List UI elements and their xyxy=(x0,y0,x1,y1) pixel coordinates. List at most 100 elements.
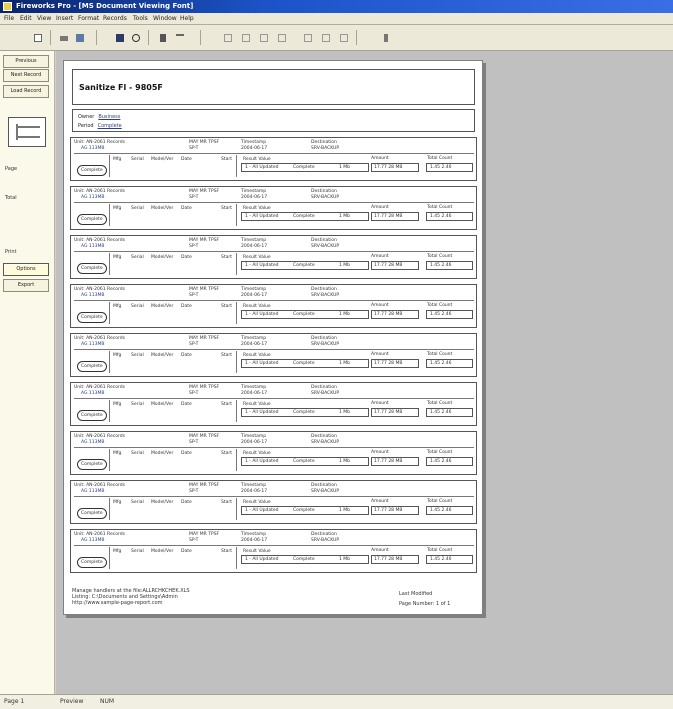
record-timestamp-value: 2004-06-17 xyxy=(241,342,268,347)
record-detail-value: Complete xyxy=(293,214,315,219)
previous-button[interactable]: Previous xyxy=(3,55,49,68)
column-header: Serial xyxy=(131,206,144,211)
divider xyxy=(109,204,110,226)
record-status-value: SP-T xyxy=(189,489,199,494)
close-icon[interactable] xyxy=(378,30,392,44)
menu-view[interactable]: View xyxy=(37,15,51,22)
book-icon[interactable] xyxy=(8,117,46,147)
print-icon[interactable] xyxy=(56,30,70,44)
record-total-value: 1.45 2.46 xyxy=(430,410,452,415)
title-bar[interactable]: Fireworks Pro - [MS Document Viewing Fon… xyxy=(0,0,673,13)
record-timestamp-header: Timestamp xyxy=(241,287,267,292)
menu-window[interactable]: Window xyxy=(153,15,177,22)
column-header: Model/Ver xyxy=(151,353,174,358)
menu-file[interactable]: File xyxy=(4,15,14,22)
record-total-value: 1.45 2.46 xyxy=(430,361,452,366)
record-amount-header: Amount xyxy=(371,401,389,406)
record-unit: Unit: AN-2061 Records xyxy=(74,532,125,537)
divider xyxy=(236,351,237,373)
menu-insert[interactable]: Insert xyxy=(56,15,73,22)
column-header: Mfg xyxy=(113,500,122,505)
record-timestamp-header: Timestamp xyxy=(241,532,267,537)
export-button[interactable]: Export xyxy=(3,279,49,292)
column-header: Date xyxy=(181,402,192,407)
toolbar-separator xyxy=(200,30,201,45)
column-header: Serial xyxy=(131,157,144,162)
preview-icon[interactable] xyxy=(72,30,86,44)
record-detail-value: 1 Mb xyxy=(339,557,351,562)
menu-records[interactable]: Records xyxy=(103,15,127,22)
menu-format[interactable]: Format xyxy=(78,15,99,22)
record-destination-header: Destination xyxy=(311,140,337,145)
record-amount-value: 17.77 28 MB xyxy=(374,508,403,513)
load-record-button[interactable]: Load Record xyxy=(3,85,49,98)
column-header: Start xyxy=(221,304,232,309)
record-timestamp-header: Timestamp xyxy=(241,140,267,145)
record-status-header: MAY MR TPSF xyxy=(189,238,220,243)
status-page: Page 1 xyxy=(4,698,25,705)
record-total-value: 1.45 2.46 xyxy=(430,508,452,513)
zoom-icon[interactable] xyxy=(336,30,350,44)
footer-page-number: Page Number: 1 of 1 xyxy=(399,601,451,607)
divider xyxy=(236,204,237,226)
record-detail-value: Complete xyxy=(293,165,315,170)
record-detail-header: Result Value xyxy=(243,353,271,358)
record-block: Unit: AN-2061 Records AG 113MB MAY MR TPSF… xyxy=(70,333,477,377)
record-detail-value: Complete xyxy=(293,508,315,513)
record-detail-header: Result Value xyxy=(243,549,271,554)
record-total-value: 1.45 2.46 xyxy=(430,165,452,170)
record-detail-value: 1 Mb xyxy=(339,263,351,268)
column-header: Serial xyxy=(131,304,144,309)
record-detail-value: Complete xyxy=(293,312,315,317)
menu-edit[interactable]: Edit xyxy=(20,15,32,22)
column-header: Date xyxy=(181,451,192,456)
column-header: Start xyxy=(221,500,232,505)
toolbar xyxy=(0,25,673,51)
record-amount-value: 17.77 28 MB xyxy=(374,263,403,268)
zoom-icon[interactable] xyxy=(318,30,332,44)
footer-line: http://www.sample-page-report.com xyxy=(72,600,163,606)
zoom-icon[interactable] xyxy=(128,30,142,44)
first-page-icon[interactable] xyxy=(220,30,234,44)
record-detail-value: 1 Mb xyxy=(339,165,351,170)
options-button[interactable]: Options xyxy=(3,263,49,276)
divider xyxy=(74,545,474,546)
export-icon[interactable] xyxy=(172,30,186,44)
record-detail-header: Result Value xyxy=(243,402,271,407)
last-page-icon[interactable] xyxy=(274,30,288,44)
divider xyxy=(109,449,110,471)
next-page-icon[interactable] xyxy=(256,30,270,44)
record-detail-value: Complete xyxy=(293,410,315,415)
record-total-value: 1.45 2.46 xyxy=(430,312,452,317)
record-timestamp-value: 2004-06-17 xyxy=(241,489,268,494)
record-block: Unit: AN-2061 Records AG 113MB MAY MR TPSF… xyxy=(70,284,477,328)
next-record-button[interactable]: Next Record xyxy=(3,69,49,82)
export-icon[interactable] xyxy=(156,30,170,44)
record-unit: Unit: AN-2061 Records xyxy=(74,287,125,292)
record-detail-header: Result Value xyxy=(243,157,271,162)
divider xyxy=(74,349,474,350)
column-header: Mfg xyxy=(113,255,122,260)
menu-tools[interactable]: Tools xyxy=(133,15,148,22)
record-detail-header: Result Value xyxy=(243,451,271,456)
record-destination-header: Destination xyxy=(311,238,337,243)
record-status-value: SP-T xyxy=(189,146,199,151)
report-meta: Owner Business Period Complete xyxy=(72,109,475,132)
record-status-header: MAY MR TPSF xyxy=(189,336,220,341)
preview-area[interactable]: Sanitize Fl - 9805F Owner Business Period… xyxy=(56,51,673,694)
record-status-header: MAY MR TPSF xyxy=(189,140,220,145)
record-amount-value: 17.77 28 MB xyxy=(374,214,403,219)
record-sub: AG 113MB xyxy=(81,391,105,396)
column-header: Start xyxy=(221,206,232,211)
column-header: Mfg xyxy=(113,451,122,456)
report-header: Sanitize Fl - 9805F xyxy=(72,69,475,105)
prev-page-icon[interactable] xyxy=(238,30,252,44)
record-unit: Unit: AN-2061 Records xyxy=(74,238,125,243)
new-icon[interactable] xyxy=(30,30,44,44)
record-sub: AG 113MB xyxy=(81,244,105,249)
zoom-icon[interactable] xyxy=(300,30,314,44)
menu-help[interactable]: Help xyxy=(180,15,194,22)
save-icon[interactable] xyxy=(112,30,126,44)
application-window: Fireworks Pro - [MS Document Viewing Fon… xyxy=(0,0,673,709)
record-status-header: MAY MR TPSF xyxy=(189,434,220,439)
